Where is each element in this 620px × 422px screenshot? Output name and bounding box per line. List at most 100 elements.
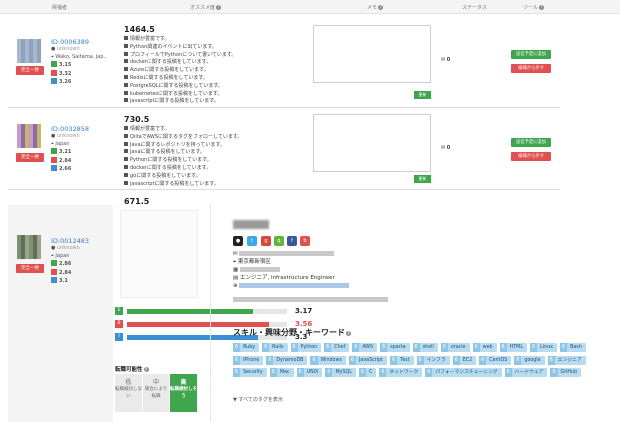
- skill-tag[interactable]: 6 Test: [390, 355, 414, 365]
- reason-list: 情報が豊富です。 Python関連のイベントに出ています。 プロフィールでPyt…: [124, 36, 236, 106]
- header-memo: メモ?: [367, 5, 384, 11]
- memo-textarea[interactable]: [313, 25, 431, 83]
- add-scheduled-button[interactable]: 送信予定に追加: [511, 138, 551, 147]
- candidate-id-link[interactable]: ID:0032858: [51, 125, 89, 133]
- skill-tag[interactable]: 6 Python: [290, 343, 322, 352]
- recommend-score: 730.5: [124, 115, 150, 124]
- score-i-icon: [51, 78, 57, 84]
- panel-divider: [210, 205, 211, 422]
- possibility-mid: 中場合により転職: [143, 374, 169, 412]
- mail-icon: ✉: [441, 57, 446, 63]
- help-icon[interactable]: ?: [378, 5, 384, 10]
- github-icon[interactable]: ●: [233, 236, 243, 246]
- match-badge: 完全一致: [16, 153, 44, 162]
- avatar: [17, 39, 41, 63]
- skill-tag[interactable]: 6 shell: [412, 343, 438, 352]
- skill-tag[interactable]: 6 パフォーマンスチューニング: [425, 368, 502, 377]
- match-badge: 完全一致: [16, 66, 44, 75]
- help-icon[interactable]: ?: [216, 5, 222, 10]
- memo-textarea[interactable]: [313, 114, 431, 172]
- skill-tag[interactable]: 6 MySQL: [325, 368, 356, 377]
- skill-tag[interactable]: 6C: [358, 368, 377, 377]
- blog-icon[interactable]: b: [300, 236, 310, 246]
- message-count: ✉ 0: [441, 145, 451, 151]
- avatar: [17, 235, 41, 259]
- location-pin-icon: ⌖: [51, 140, 54, 147]
- user-icon: ●: [51, 133, 56, 139]
- user-icon: ●: [51, 245, 56, 251]
- user-icon: ●: [51, 46, 56, 52]
- location-pin-icon: ⌖: [51, 53, 54, 60]
- candidate-id-link[interactable]: ID:0006389: [51, 38, 89, 46]
- mail-icon: ✉: [441, 145, 446, 151]
- candidate-id-link[interactable]: ID:0012483: [51, 237, 89, 245]
- link-icon: ⊕: [233, 283, 238, 289]
- profile-info: ✉ ⌖ 東京都新宿区 ▦ ▤ エンジニア, Infrastructure Eng…: [233, 250, 388, 304]
- skill-tag[interactable]: 6 UNIX: [296, 368, 323, 377]
- table-header: 候補者 オススメ度? メモ? ステータス ツール?: [0, 0, 620, 14]
- skill-tag[interactable]: 6 Windows: [310, 355, 346, 365]
- skill-tag[interactable]: 6 Bash: [560, 343, 586, 352]
- skill-tag[interactable]: 6 ハードウェア: [504, 368, 548, 377]
- skill-tag[interactable]: 6 JavaScript: [348, 355, 388, 365]
- help-icon[interactable]: ?: [539, 5, 545, 10]
- skill-tag[interactable]: 6 Chef: [324, 343, 350, 352]
- skill-tag[interactable]: 6 web: [472, 343, 497, 352]
- facebook-icon[interactable]: f: [287, 236, 297, 246]
- recommend-score: 671.5: [124, 197, 150, 206]
- skill-tag[interactable]: 6 Linux: [530, 343, 557, 352]
- score-i-icon: [51, 277, 57, 283]
- location-pin-icon: ⌖: [51, 252, 54, 259]
- possibility-title: 転職可能性?: [115, 367, 149, 373]
- skill-tag[interactable]: 6 Mac: [269, 368, 294, 377]
- candidate-name-blurred: [233, 220, 269, 229]
- mail-icon: ✉: [233, 251, 238, 257]
- score-b-icon: [51, 268, 57, 275]
- update-button[interactable]: 更新: [414, 91, 431, 99]
- profile-photo-placeholder: [120, 210, 198, 298]
- skill-tag[interactable]: 6 インフラ: [416, 355, 450, 365]
- googleplus-icon[interactable]: g: [261, 236, 271, 246]
- skill-tag[interactable]: 6 Ruby: [233, 343, 260, 352]
- skill-tag[interactable]: 6 iPhone: [233, 355, 264, 365]
- skill-tag[interactable]: 6 GitHub: [550, 368, 582, 377]
- skill-tag[interactable]: 6 HTML: [499, 343, 527, 352]
- score-b-icon: [51, 156, 57, 163]
- row-divider: [8, 107, 560, 108]
- remove-candidate-button[interactable]: 候補から外す: [511, 152, 551, 161]
- twitter-icon[interactable]: t: [247, 236, 257, 246]
- reason-list: 情報が豊富です。 QiitaでAWSに関するタグをフォローしています。 Java…: [124, 126, 242, 188]
- add-scheduled-button[interactable]: 送信予定に追加: [511, 50, 551, 59]
- avatar: [17, 124, 41, 148]
- score-i-icon: [51, 165, 57, 171]
- skill-tag[interactable]: 6 Security: [233, 368, 267, 377]
- skill-tag[interactable]: 6 google: [514, 355, 545, 365]
- skill-tag[interactable]: 6 EC2: [452, 355, 477, 365]
- help-icon[interactable]: ?: [346, 331, 351, 336]
- skill-tag[interactable]: 6 DynamoDB: [266, 355, 308, 365]
- skill-tag[interactable]: 6 CentOS: [479, 355, 512, 365]
- help-icon[interactable]: ?: [143, 367, 149, 372]
- recommend-score: 1464.5: [124, 25, 155, 34]
- score-b-icon: [51, 69, 57, 76]
- candidate-meta: ● unknown ⌖ Wako, Saitama, Jap.. 3.15 3.…: [51, 46, 107, 85]
- show-all-tags-link[interactable]: ▼ すべてのタグを表示: [233, 396, 283, 403]
- location-pin-icon: ⌖: [233, 259, 237, 265]
- skill-tag[interactable]: 6 Rails: [262, 343, 288, 352]
- candidate-meta: ● unknown ⌖ Japan 2.86 2.84 3.1: [51, 245, 80, 284]
- update-button[interactable]: 更新: [414, 175, 431, 183]
- skill-tag[interactable]: 6 sparta: [380, 343, 410, 352]
- skill-tag[interactable]: 6 oracle: [440, 343, 470, 352]
- qiita-icon[interactable]: q: [274, 236, 284, 246]
- skill-tag[interactable]: 6 エンジニア: [547, 355, 586, 365]
- skill-title: スキル・興味分野・キーワード?: [233, 328, 351, 337]
- remove-candidate-button[interactable]: 候補から外す: [511, 64, 551, 73]
- possibility-low: 低転職検討しない: [115, 374, 142, 412]
- company-icon: ▦: [233, 267, 239, 273]
- skill-tag[interactable]: 6 AWS: [352, 343, 378, 352]
- skill-tag-list: 6 Ruby 6 Rails 6 Python 6 Chef 6 AWS 6 sparta 6 shell…: [233, 343, 608, 381]
- score-e-icon: [51, 260, 57, 266]
- skill-tag[interactable]: 6 ネットワーク: [379, 368, 423, 377]
- row-divider: [8, 189, 560, 190]
- score-e-icon: [51, 148, 57, 154]
